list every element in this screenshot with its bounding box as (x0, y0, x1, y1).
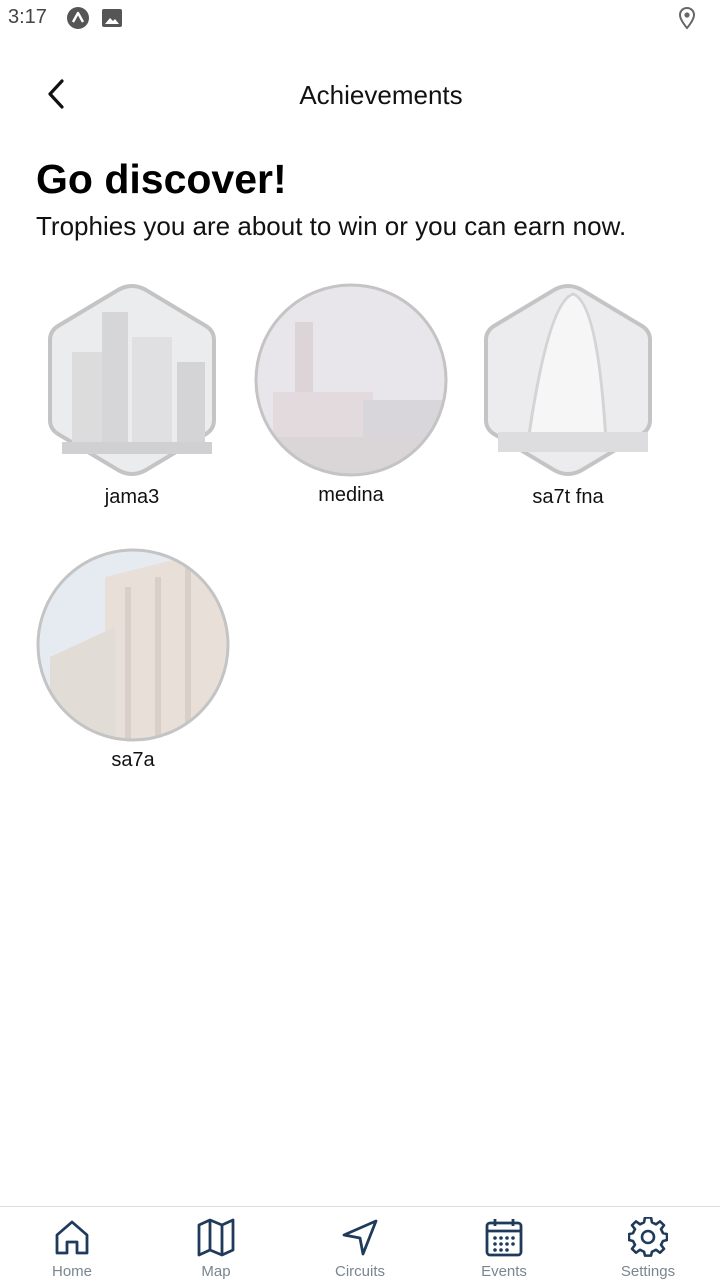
nav-label: Settings (620, 1263, 676, 1280)
trophy-item[interactable]: medina (241, 282, 461, 507)
trophy-item[interactable]: sa7t fna (458, 282, 678, 509)
trophy-label: jama3 (104, 486, 160, 508)
app-header: Achievements (0, 60, 720, 130)
status-time: 3:17 (8, 6, 47, 28)
nav-item-circuits[interactable]: Circuits (288, 1207, 432, 1280)
circle-badge-image (254, 283, 448, 477)
bottom-nav: Home Map Circuits Events Settings (0, 1206, 720, 1280)
nav-item-map[interactable]: Map (144, 1207, 288, 1280)
trophy-label: sa7a (111, 749, 155, 771)
hexagon-badge-image (484, 283, 652, 477)
page-title: Achievements (299, 80, 463, 110)
map-icon (197, 1218, 235, 1257)
nav-label: Home (51, 1263, 92, 1280)
nav-label: Map (201, 1263, 231, 1280)
circle-badge-image (36, 548, 230, 742)
nav-item-events[interactable]: Events (432, 1207, 576, 1280)
nav-item-home[interactable]: Home (0, 1207, 144, 1280)
headline: Go discover! (36, 156, 287, 202)
notification-app-icon (66, 6, 90, 30)
navigation-arrow-icon (342, 1219, 378, 1256)
trophy-label: medina (318, 484, 384, 506)
subheading: Trophies you are about to win or you can… (36, 211, 627, 241)
nav-label: Circuits (334, 1263, 385, 1280)
status-bar: 3:17 (0, 0, 720, 36)
hexagon-badge-image (48, 283, 216, 477)
nav-item-settings[interactable]: Settings (576, 1207, 720, 1280)
trophy-item[interactable]: jama3 (22, 282, 242, 509)
home-icon (55, 1220, 89, 1255)
gear-icon (628, 1217, 668, 1257)
trophy-label: sa7t fna (532, 486, 604, 508)
calendar-icon (485, 1219, 523, 1257)
location-pin-icon (675, 6, 699, 30)
nav-label: Events (481, 1263, 527, 1280)
image-icon (100, 6, 124, 30)
trophy-item[interactable]: sa7a (23, 547, 243, 772)
